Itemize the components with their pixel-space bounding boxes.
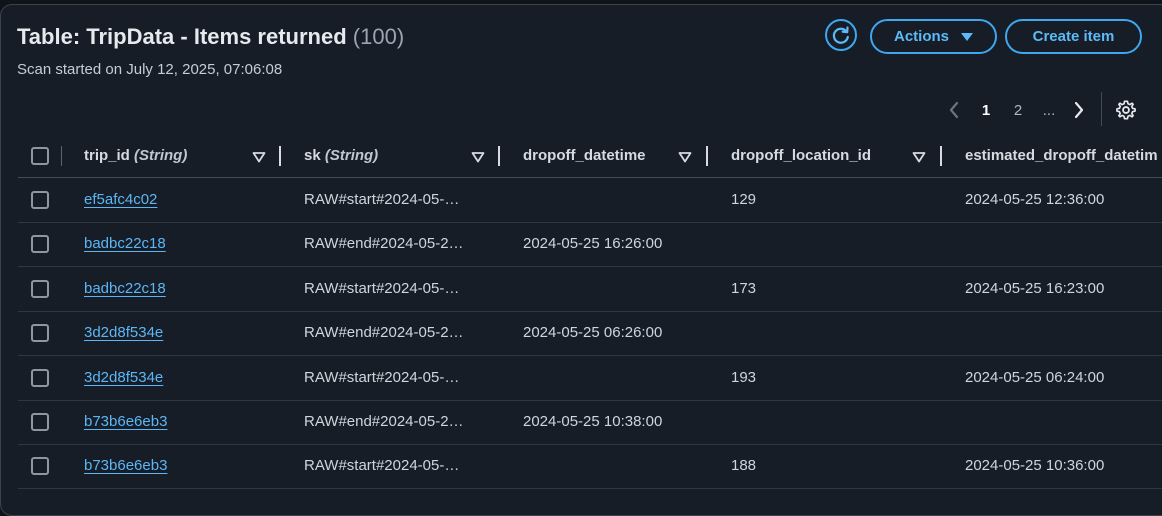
column-name: estimated_dropoff_datetim bbox=[965, 147, 1158, 164]
item-count: (100) bbox=[352, 24, 405, 49]
refresh-icon bbox=[832, 26, 849, 44]
sk-cell: RAW#end#2024-05-2… bbox=[304, 324, 464, 341]
row-checkbox[interactable] bbox=[31, 235, 49, 253]
column-header-dropoff-location-id[interactable]: dropoff_location_id bbox=[731, 147, 871, 164]
dropoff-location-id-cell: 173 bbox=[731, 280, 757, 297]
gear-icon bbox=[1116, 100, 1136, 120]
sk-cell: RAW#start#2024-05-… bbox=[304, 369, 460, 386]
dropoff-datetime-cell: 2024-05-25 16:26:00 bbox=[523, 235, 663, 252]
table-row: 3d2d8f534e RAW#start#2024-05-… 193 2024-… bbox=[18, 356, 1162, 401]
column-type: (String) bbox=[324, 147, 379, 164]
sk-cell: RAW#start#2024-05-… bbox=[304, 191, 460, 208]
column-header-estimated-dropoff-datetime[interactable]: estimated_dropoff_datetim bbox=[965, 147, 1158, 164]
trip-id-link[interactable]: badbc22c18 bbox=[84, 280, 166, 297]
caret-down-icon bbox=[961, 32, 973, 41]
page-ellipsis: ... bbox=[1042, 101, 1056, 119]
next-page-button[interactable] bbox=[1068, 96, 1090, 124]
column-separator bbox=[61, 146, 62, 166]
column-name: dropoff_datetime bbox=[523, 147, 646, 164]
sk-cell: RAW#start#2024-05-… bbox=[304, 280, 460, 297]
row-checkbox[interactable] bbox=[31, 324, 49, 342]
column-header-sk[interactable]: sk (String) bbox=[304, 147, 378, 164]
trip-id-link[interactable]: b73b6e6eb3 bbox=[84, 457, 167, 474]
table-row: b73b6e6eb3 RAW#end#2024-05-2… 2024-05-25… bbox=[18, 400, 1162, 445]
row-checkbox[interactable] bbox=[31, 413, 49, 431]
column-name: sk bbox=[304, 147, 321, 164]
column-name: trip_id bbox=[84, 147, 130, 164]
column-header-dropoff-datetime[interactable]: dropoff_datetime bbox=[523, 147, 646, 164]
column-resizer[interactable] bbox=[279, 146, 281, 166]
scan-timestamp: Scan started on July 12, 2025, 07:06:08 bbox=[17, 61, 283, 78]
table-settings-button[interactable] bbox=[1114, 98, 1138, 122]
actions-label: Actions bbox=[893, 28, 949, 45]
row-checkbox[interactable] bbox=[31, 369, 49, 387]
select-all-checkbox[interactable] bbox=[31, 147, 49, 165]
row-checkbox[interactable] bbox=[31, 280, 49, 298]
pager-divider bbox=[1101, 92, 1102, 126]
create-item-button[interactable]: Create item bbox=[1005, 19, 1142, 54]
actions-button[interactable]: Actions bbox=[870, 19, 997, 54]
sort-down-icon[interactable] bbox=[471, 151, 485, 163]
sort-down-icon[interactable] bbox=[252, 151, 266, 163]
dropoff-datetime-cell: 2024-05-25 06:26:00 bbox=[523, 324, 663, 341]
trip-id-link[interactable]: ef5afc4c02 bbox=[84, 191, 157, 208]
dropoff-location-id-cell: 193 bbox=[731, 369, 757, 386]
table-row: b73b6e6eb3 RAW#start#2024-05-… 188 2024-… bbox=[18, 444, 1162, 489]
sk-cell: RAW#start#2024-05-… bbox=[304, 457, 460, 474]
dropoff-datetime-cell: 2024-05-25 10:38:00 bbox=[523, 413, 663, 430]
page-title: Table: TripData - Items returned (100) bbox=[17, 24, 404, 50]
chevron-left-icon bbox=[949, 101, 959, 119]
table-row: ef5afc4c02 RAW#start#2024-05-… 129 2024-… bbox=[18, 178, 1162, 223]
estimated-dropoff-cell: 2024-05-25 10:36:00 bbox=[965, 457, 1105, 474]
row-checkbox[interactable] bbox=[31, 457, 49, 475]
refresh-button[interactable] bbox=[825, 19, 857, 51]
trip-id-link[interactable]: badbc22c18 bbox=[84, 235, 166, 252]
dropoff-location-id-cell: 129 bbox=[731, 191, 757, 208]
title-text: Table: TripData - Items returned bbox=[17, 24, 347, 49]
column-resizer[interactable] bbox=[706, 146, 708, 166]
column-name: dropoff_location_id bbox=[731, 147, 871, 164]
trip-id-link[interactable]: b73b6e6eb3 bbox=[84, 413, 167, 430]
chevron-right-icon bbox=[1074, 101, 1084, 119]
column-resizer[interactable] bbox=[940, 146, 942, 166]
trip-id-link[interactable]: 3d2d8f534e bbox=[84, 324, 163, 341]
sort-down-icon[interactable] bbox=[678, 151, 692, 163]
page-1-button[interactable]: 1 bbox=[975, 96, 997, 124]
estimated-dropoff-cell: 2024-05-25 12:36:00 bbox=[965, 191, 1105, 208]
table-row: badbc22c18 RAW#end#2024-05-2… 2024-05-25… bbox=[18, 222, 1162, 267]
previous-page-button[interactable] bbox=[943, 96, 965, 124]
sk-cell: RAW#end#2024-05-2… bbox=[304, 235, 464, 252]
sk-cell: RAW#end#2024-05-2… bbox=[304, 413, 464, 430]
create-item-label: Create item bbox=[1032, 28, 1115, 45]
estimated-dropoff-cell: 2024-05-25 06:24:00 bbox=[965, 369, 1105, 386]
column-type: (String) bbox=[134, 147, 188, 164]
dropoff-location-id-cell: 188 bbox=[731, 457, 757, 474]
table-row: 3d2d8f534e RAW#end#2024-05-2… 2024-05-25… bbox=[18, 311, 1162, 356]
column-header-trip-id[interactable]: trip_id (String) bbox=[84, 147, 187, 164]
trip-id-link[interactable]: 3d2d8f534e bbox=[84, 369, 163, 386]
table-row: badbc22c18 RAW#start#2024-05-… 173 2024-… bbox=[18, 267, 1162, 312]
estimated-dropoff-cell: 2024-05-25 16:23:00 bbox=[965, 280, 1105, 297]
sort-down-icon[interactable] bbox=[912, 151, 926, 163]
page-2-button[interactable]: 2 bbox=[1007, 96, 1029, 124]
column-resizer[interactable] bbox=[498, 146, 500, 166]
row-checkbox[interactable] bbox=[31, 191, 49, 209]
